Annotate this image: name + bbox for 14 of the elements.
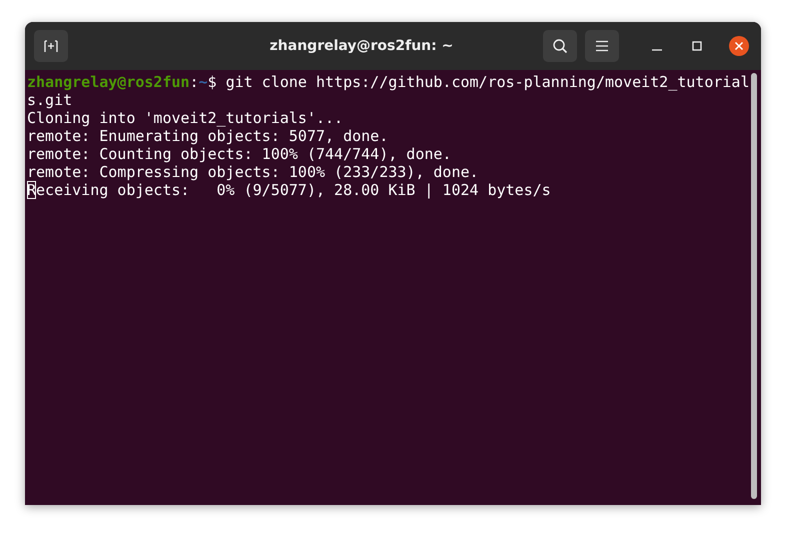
command-line: zhangrelay@ros2fun:~$ git clone https://github.com/ros-planning/moveit2_tutorials.git <box>27 73 750 109</box>
search-button[interactable] <box>543 30 577 62</box>
output-line: remote: Compressing objects: 100% (233/233), done. <box>27 163 479 181</box>
output-line: remote: Counting objects: 100% (744/744), done. <box>27 145 452 163</box>
search-icon <box>552 38 568 54</box>
window-title: zhangrelay@ros2fun: ~ <box>268 38 454 54</box>
new-tab-icon <box>43 38 59 54</box>
new-tab-button[interactable] <box>34 30 68 62</box>
scrollbar[interactable] <box>751 73 757 499</box>
output-line: remote: Enumerating objects: 5077, done. <box>27 127 388 145</box>
menu-button[interactable] <box>585 30 619 62</box>
output-line: Cloning into 'moveit2_tutorials'... <box>27 109 344 127</box>
close-icon[interactable] <box>729 36 749 56</box>
menu-icon <box>595 40 609 52</box>
